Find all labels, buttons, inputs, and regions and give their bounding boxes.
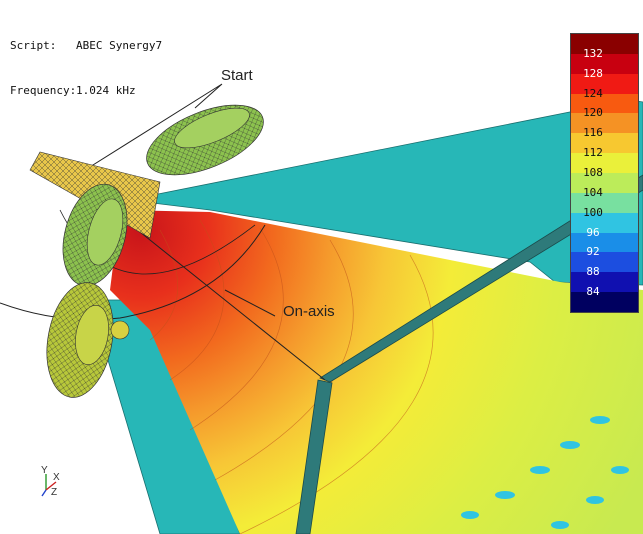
script-label: Script: [10, 39, 57, 52]
spl-color-legend: 132 128 124 120 116 112 108 104 100 96 92 88 84 [570, 33, 639, 313]
start-callout: Start [221, 67, 253, 84]
axis-x-label: X [53, 472, 60, 483]
legend-tick-label: 96 [586, 225, 600, 239]
simulation-info: Script: ABEC Synergy7 Frequency: 1.024 kHz [10, 8, 162, 113]
script-value: ABEC Synergy7 [76, 39, 163, 52]
legend-tick-label: 104 [583, 185, 603, 199]
legend-tick-label: 100 [583, 205, 603, 219]
legend-tick-label: 132 [583, 46, 603, 60]
legend-tick-label: 84 [586, 285, 600, 299]
frequency-value: 1.024 kHz [76, 84, 136, 97]
legend-tick-label: 116 [583, 126, 603, 140]
legend-tick-label: 112 [583, 146, 603, 160]
legend-tick-label: 124 [583, 86, 603, 100]
axis-y-label: Y [41, 465, 48, 476]
on-axis-callout: On-axis [283, 303, 335, 320]
legend-tick-label: 108 [583, 166, 603, 179]
frequency-label: Frequency: [10, 84, 77, 97]
axis-triad-icon: Y X Z [41, 465, 60, 498]
axis-z-label: Z [51, 487, 57, 498]
legend-tick-label: 120 [583, 106, 603, 120]
legend-tick-label: 88 [586, 265, 600, 279]
legend-tick-label: 92 [586, 245, 600, 259]
legend-tick-label: 128 [583, 66, 603, 80]
